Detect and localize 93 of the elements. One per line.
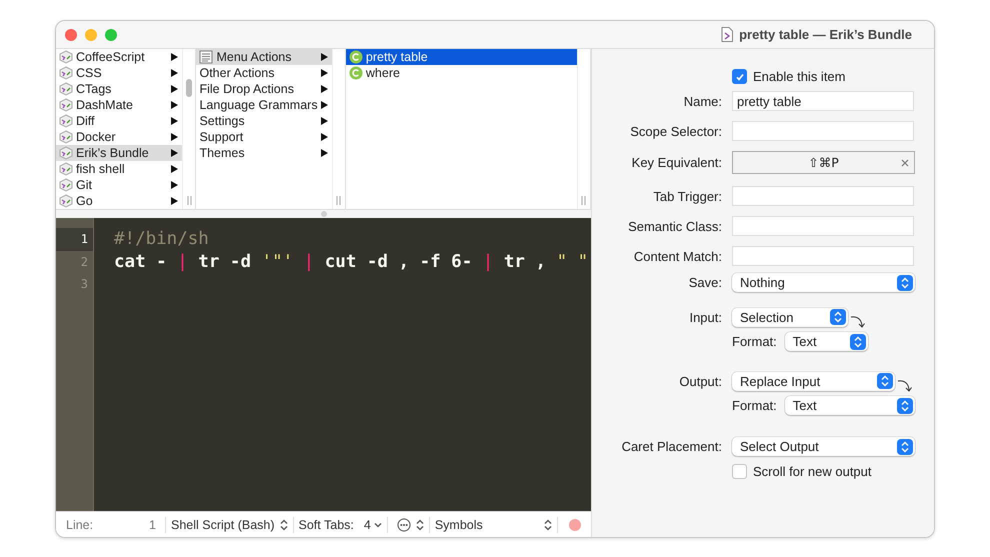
text-field[interactable]: [732, 216, 914, 236]
field-label: Save:: [688, 275, 722, 290]
scrollbar-thumb[interactable]: [186, 79, 192, 97]
browser-item[interactable]: Go: [56, 193, 182, 209]
bundle-icon: [59, 82, 73, 96]
language-selector[interactable]: Shell Script (Bash): [171, 518, 275, 532]
split-handle-icon[interactable]: [320, 211, 326, 217]
field-label: Input:: [688, 310, 722, 324]
bundle-icon: [59, 114, 73, 128]
minimize-button[interactable]: [85, 28, 97, 40]
soft-tabs-label: Soft Tabs:: [298, 518, 354, 532]
text-field[interactable]: [732, 246, 914, 266]
field-label: Content Match:: [632, 248, 722, 264]
field-label: Semantic Class:: [627, 218, 722, 234]
resize-handle-icon[interactable]: [336, 196, 342, 205]
up-down-chevron-icon: [544, 518, 552, 530]
up-down-chevron-icon: [416, 518, 424, 530]
code-line: #!/bin/sh: [114, 229, 209, 249]
checkbox-label: Scroll for new output: [753, 464, 872, 479]
save-popup[interactable]: Nothing: [732, 273, 915, 292]
checkbox-label: Enable this item: [753, 69, 846, 84]
browser-item[interactable]: CSS: [56, 65, 182, 81]
input-popup[interactable]: Selection: [732, 308, 848, 326]
text-field[interactable]: [732, 121, 914, 141]
browser-item[interactable]: Support: [196, 129, 332, 145]
clear-icon[interactable]: [901, 159, 909, 167]
stepper-icon: [896, 398, 913, 414]
stepper-icon: [897, 438, 913, 454]
stepper-icon: [830, 309, 846, 325]
browser-item[interactable]: Menu Actions: [196, 49, 332, 65]
text-field[interactable]: [732, 186, 914, 206]
key-equivalent-field[interactable]: ⇧⌘P: [732, 151, 915, 174]
field-label: Scope Selector:: [629, 124, 722, 138]
curved-arrow-icon: [850, 315, 866, 329]
up-down-chevron-icon: [280, 518, 288, 530]
browser-item[interactable]: Themes: [196, 145, 332, 161]
document-icon: [721, 27, 734, 42]
soft-tabs-selector[interactable]: 4: [364, 518, 371, 532]
browser-item[interactable]: fish shell: [56, 161, 182, 177]
stepper-icon: [897, 274, 913, 290]
line-number: 2: [80, 254, 89, 270]
bundle-icon: [59, 130, 73, 144]
stepper-icon: [877, 373, 893, 389]
browser-item[interactable]: File Drop Actions: [196, 81, 332, 97]
zoom-button[interactable]: [105, 28, 117, 40]
scroll-checkbox[interactable]: [732, 464, 747, 479]
line-label: Line:: [66, 518, 94, 532]
browser-item[interactable]: Diff: [56, 113, 182, 129]
line-number-value: 1: [148, 518, 156, 532]
resize-handle-icon[interactable]: [581, 196, 586, 205]
close-button[interactable]: [65, 28, 77, 40]
line-number: 3: [80, 276, 89, 293]
browser-item[interactable]: where: [346, 65, 577, 81]
output-popup[interactable]: Replace Input: [732, 372, 895, 390]
browser-item[interactable]: pretty table: [346, 49, 577, 65]
browser-item[interactable]: Git: [56, 177, 182, 193]
bundle-icon: [59, 162, 73, 176]
resize-handle-icon[interactable]: [186, 196, 192, 205]
symbols-selector[interactable]: Symbols: [434, 518, 539, 532]
command-icon: [348, 66, 363, 80]
format-label: Format:: [732, 334, 777, 349]
chevron-down-icon: [374, 522, 382, 528]
browser-item[interactable]: CoffeeScript: [56, 49, 182, 65]
browser-item[interactable]: Erik’s Bundle: [56, 145, 182, 161]
checkmark-icon: [734, 72, 744, 82]
code-line: cat - | tr -d '"' | cut -d , -f 6- | tr , " ": [114, 252, 588, 272]
bundle-icon: [59, 98, 73, 112]
format-label: Format:: [732, 398, 777, 413]
browser-item[interactable]: Docker: [56, 129, 182, 145]
field-label: Output:: [678, 374, 722, 388]
curved-arrow-icon: [897, 379, 913, 393]
bundle-icon: [59, 178, 73, 192]
stepper-icon: [850, 334, 866, 350]
line-number: 1: [56, 228, 93, 250]
bundle-icon: [59, 146, 73, 160]
bundle-icon: [59, 66, 73, 80]
field-label: Name:: [682, 94, 722, 108]
field-label: Tab Trigger:: [652, 188, 722, 204]
browser-item[interactable]: Other Actions: [196, 65, 332, 81]
field-label: Key Equivalent:: [630, 155, 722, 170]
browser-item[interactable]: Settings: [196, 113, 332, 129]
format-popup[interactable]: Text: [784, 396, 915, 415]
field-label: Caret Placement:: [620, 439, 722, 454]
record-macro-icon[interactable]: [569, 518, 581, 530]
enable-checkbox[interactable]: [732, 69, 747, 84]
browser-item[interactable]: CTags: [56, 81, 182, 97]
text-field[interactable]: pretty table: [732, 91, 914, 111]
window-title: pretty table — Erik’s Bundle: [739, 27, 912, 42]
caret-placement-popup[interactable]: Select Output: [732, 437, 915, 456]
browser-item[interactable]: Language Grammars: [196, 97, 332, 113]
ellipsis-circle-icon[interactable]: [396, 518, 411, 532]
format-popup[interactable]: Text: [784, 332, 868, 351]
browser-item[interactable]: DashMate: [56, 97, 182, 113]
